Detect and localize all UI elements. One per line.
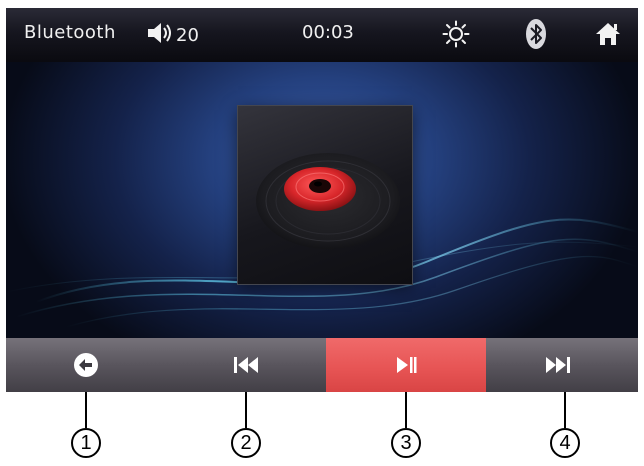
speaker-icon xyxy=(146,21,174,50)
bluetooth-icon[interactable] xyxy=(525,18,547,55)
callout-line-1 xyxy=(85,392,87,428)
next-track-button[interactable] xyxy=(478,338,638,392)
callout-4: 4 xyxy=(550,428,580,458)
previous-track-button[interactable] xyxy=(166,338,326,392)
callout-2: 2 xyxy=(231,428,261,458)
back-arrow-icon xyxy=(74,353,98,377)
album-art xyxy=(238,106,412,284)
back-button[interactable] xyxy=(6,338,166,392)
callout-line-4 xyxy=(564,392,566,428)
source-label: Bluetooth xyxy=(24,22,116,43)
volume-indicator[interactable]: 20 xyxy=(146,21,199,50)
home-icon[interactable] xyxy=(594,20,622,53)
head-unit-screen: Bluetooth 20 00:03 xyxy=(6,8,638,392)
next-track-icon xyxy=(546,357,570,373)
callout-3: 3 xyxy=(391,428,421,458)
play-pause-button[interactable] xyxy=(326,338,486,392)
play-pause-icon xyxy=(397,357,417,373)
clock: 00:03 xyxy=(302,22,354,43)
vinyl-disc-icon xyxy=(256,153,400,249)
playback-controls xyxy=(6,338,638,392)
callout-line-3 xyxy=(405,392,407,428)
brightness-icon[interactable] xyxy=(442,20,470,53)
status-bar: Bluetooth 20 00:03 xyxy=(6,8,638,62)
now-playing-area xyxy=(6,62,638,338)
callout-1: 1 xyxy=(71,428,101,458)
volume-value: 20 xyxy=(176,25,199,46)
callout-line-2 xyxy=(245,392,247,428)
previous-track-icon xyxy=(234,357,258,373)
